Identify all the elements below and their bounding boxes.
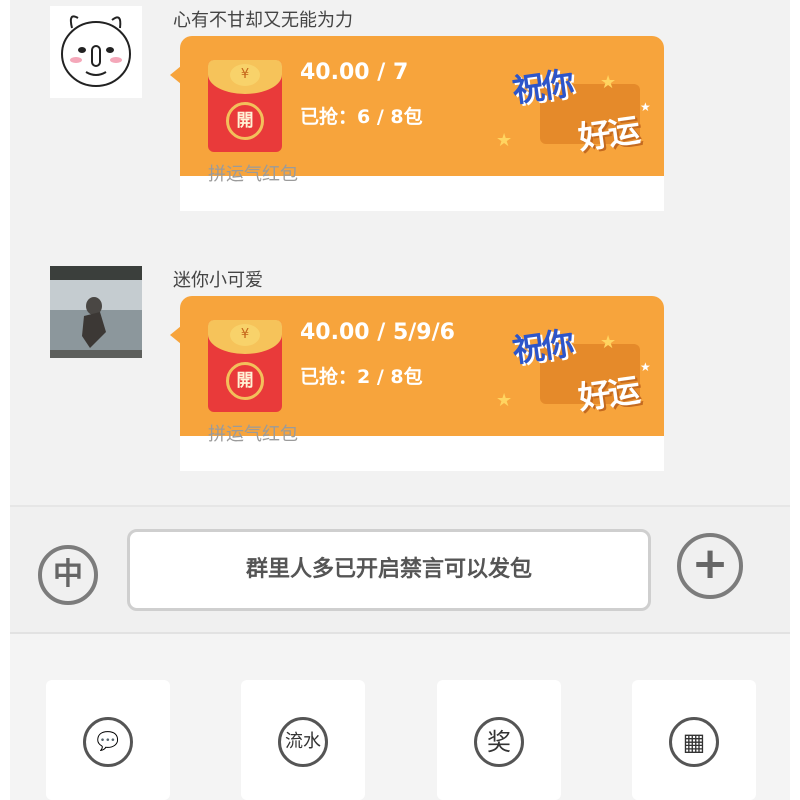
red-packet-header: ¥ 開 40.00 / 7 已抢：6 / 8包 ★ ★ ★ 祝你 好运 bbox=[180, 36, 664, 176]
input-language-button[interactable]: 中 bbox=[38, 545, 98, 605]
sender-name: 心有不甘却又无能为力 bbox=[173, 10, 353, 31]
red-envelope-icon: ¥ 開 bbox=[208, 320, 282, 412]
avatar-bunny[interactable] bbox=[50, 6, 142, 98]
reward-icon: 奖 bbox=[474, 717, 524, 767]
packet-amount: 40.00 / 7 bbox=[300, 60, 409, 85]
open-seal: 開 bbox=[226, 102, 264, 140]
chat-window: 心有不甘却又无能为力 ¥ 開 40.00 / 7 已抢：6 / 8包 ★ ★ ★… bbox=[10, 0, 790, 800]
luck-text-1: 祝你 bbox=[509, 63, 575, 110]
luck-text-2: 好运 bbox=[575, 110, 641, 157]
tool-chat[interactable]: 💬 bbox=[46, 680, 170, 800]
plus-icon[interactable]: + bbox=[677, 533, 743, 599]
coin-icon: ¥ bbox=[230, 324, 260, 346]
open-seal: 開 bbox=[226, 362, 264, 400]
sender-name: 迷你小可爱 bbox=[173, 270, 263, 291]
avatar-rock[interactable] bbox=[50, 266, 142, 358]
red-envelope-icon: ¥ 開 bbox=[208, 60, 282, 152]
luck-text-2: 好运 bbox=[575, 370, 641, 417]
function-toolbar: 💬 流水 奖 ▦ bbox=[10, 634, 790, 800]
packet-type-label: 拼运气红包 bbox=[208, 424, 298, 445]
star-icon: ★ bbox=[640, 360, 651, 374]
packet-amount: 40.00 / 5/9/6 bbox=[300, 320, 455, 345]
calculator-icon: ▦ bbox=[669, 717, 719, 767]
red-packet-card[interactable]: ¥ 開 40.00 / 5/9/6 已抢：2 / 8包 ★ ★ ★ 祝你 好运 … bbox=[170, 296, 664, 471]
tool-reward[interactable]: 奖 bbox=[437, 680, 561, 800]
packet-type-label: 拼运气红包 bbox=[208, 164, 298, 185]
red-packet-header: ¥ 開 40.00 / 5/9/6 已抢：2 / 8包 ★ ★ ★ 祝你 好运 bbox=[180, 296, 664, 436]
rock-avatar-image bbox=[50, 266, 142, 358]
red-packet-card[interactable]: ¥ 開 40.00 / 7 已抢：6 / 8包 ★ ★ ★ 祝你 好运 拼运气红… bbox=[170, 36, 664, 211]
packet-grabbed-count: 已抢：6 / 8包 bbox=[300, 106, 423, 128]
tool-liushui[interactable]: 流水 bbox=[241, 680, 365, 800]
liushui-icon: 流水 bbox=[278, 717, 328, 767]
composer-bar: 中 群里人多已开启禁言可以发包 + bbox=[10, 507, 790, 632]
packet-grabbed-count: 已抢：2 / 8包 bbox=[300, 366, 423, 388]
star-icon: ★ bbox=[640, 100, 651, 114]
star-icon: ★ bbox=[600, 72, 617, 93]
star-icon: ★ bbox=[496, 130, 513, 151]
message-input[interactable]: 群里人多已开启禁言可以发包 bbox=[127, 529, 651, 611]
star-icon: ★ bbox=[600, 332, 617, 353]
chat-bubbles-icon: 💬 bbox=[83, 717, 133, 767]
good-luck-graphic: ★ ★ ★ 祝你 好运 bbox=[496, 54, 660, 164]
coin-icon: ¥ bbox=[230, 64, 260, 86]
tool-calculator[interactable]: ▦ bbox=[632, 680, 756, 800]
bunny-avatar-image bbox=[50, 6, 142, 98]
luck-text-1: 祝你 bbox=[509, 323, 575, 370]
star-icon: ★ bbox=[496, 390, 513, 411]
good-luck-graphic: ★ ★ ★ 祝你 好运 bbox=[496, 314, 660, 424]
